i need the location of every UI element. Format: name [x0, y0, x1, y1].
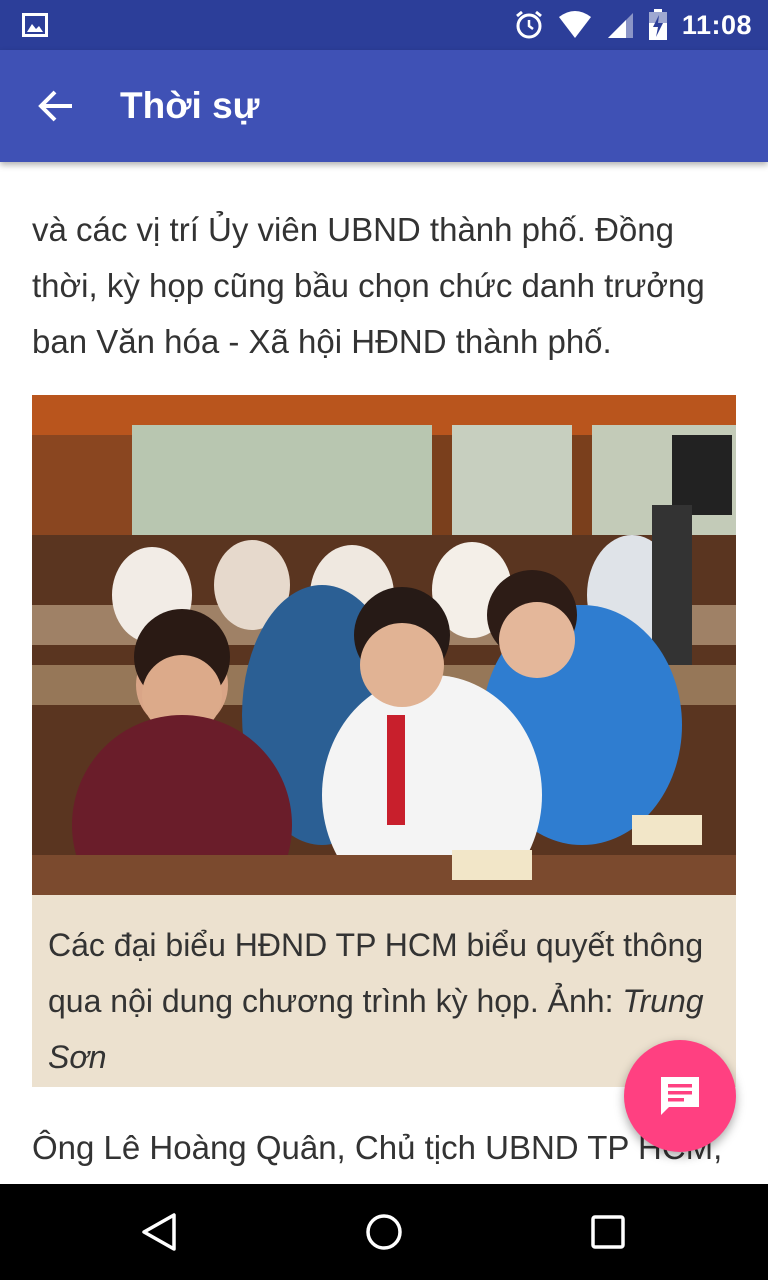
comment-icon — [661, 1077, 699, 1115]
caption-main: Các đại biểu HĐND TP HCM biểu quyết thôn… — [48, 927, 704, 1019]
article-paragraph-next: Ông Lê Hoàng Quân, Chủ tịch UBND TP HCM, — [32, 1129, 723, 1166]
article-photo[interactable] — [32, 395, 736, 895]
caption-text: Các đại biểu HĐND TP HCM biểu quyết thôn… — [48, 917, 720, 1085]
back-triangle-icon — [142, 1213, 176, 1251]
page-title: Thời sự — [120, 85, 260, 126]
article-paragraph: và các vị trí Ủy viên UBND thành phố. Đồ… — [32, 211, 705, 360]
app-bar: Thời sự — [0, 50, 768, 162]
battery-icon — [648, 9, 667, 40]
status-clock: 11:08 — [681, 9, 752, 40]
gallery-icon — [22, 13, 48, 37]
home-circle-icon — [366, 1214, 402, 1250]
photo-caption: Các đại biểu HĐND TP HCM biểu quyết thôn… — [32, 895, 736, 1087]
nav-recents-button[interactable] — [578, 1202, 638, 1262]
arrow-back-icon — [38, 90, 72, 122]
back-button[interactable] — [20, 70, 92, 142]
comment-fab-button[interactable] — [624, 1040, 736, 1152]
council-meeting-photo — [32, 395, 736, 895]
signal-icon — [607, 13, 633, 38]
wifi-icon — [558, 11, 591, 38]
status-bar: 11:08 — [0, 0, 768, 50]
nav-home-button[interactable] — [354, 1202, 414, 1262]
recents-square-icon — [591, 1215, 625, 1249]
alarm-icon — [515, 10, 542, 39]
article-content[interactable]: và các vị trí Ủy viên UBND thành phố. Đồ… — [0, 162, 768, 1184]
nav-back-button[interactable] — [130, 1202, 190, 1262]
navigation-bar — [0, 1184, 768, 1280]
